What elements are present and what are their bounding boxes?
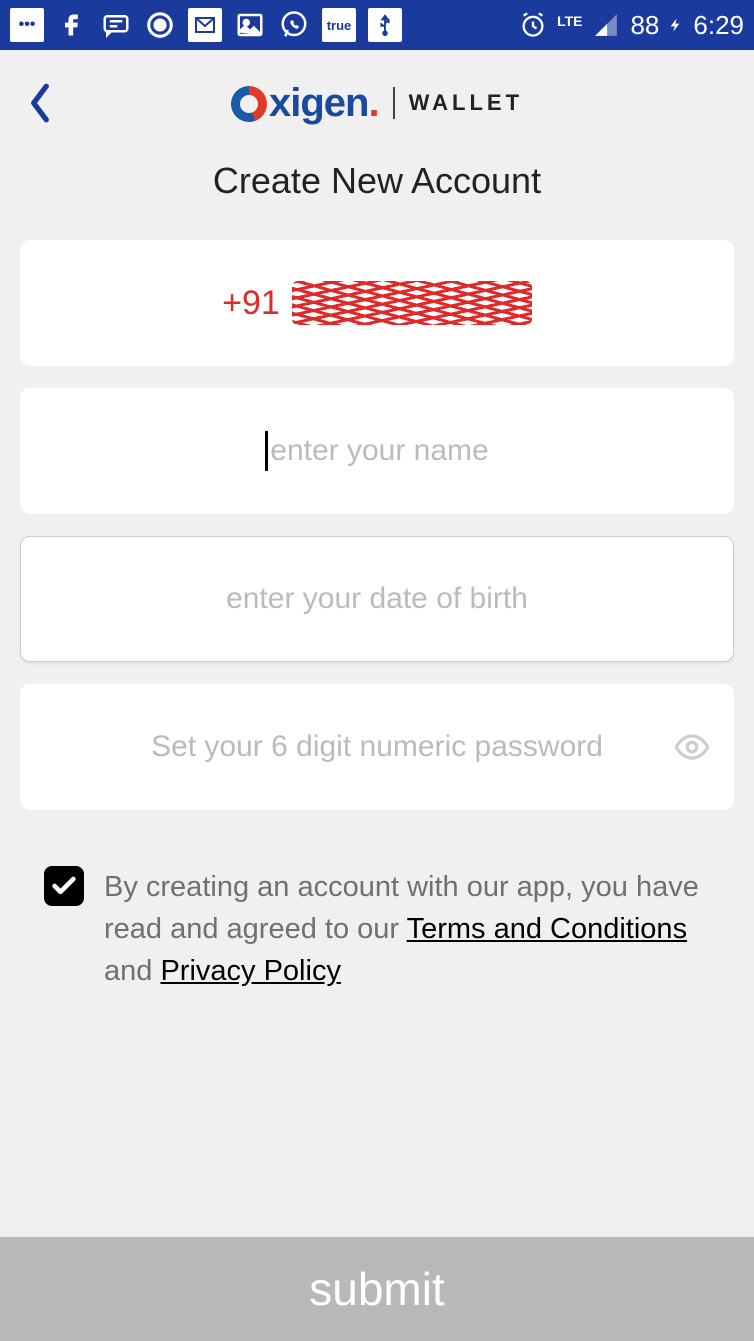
brand-dot: .	[368, 81, 378, 126]
submit-button[interactable]: submit	[0, 1237, 754, 1341]
messages-icon	[100, 9, 132, 41]
brand-divider	[393, 87, 395, 119]
signup-form: +91 enter your name enter your date of b…	[0, 240, 754, 810]
app-header: xigen . WALLET	[0, 50, 754, 146]
more-icon: •••	[10, 8, 44, 42]
clock-time: 6:29	[693, 10, 744, 41]
brand-primary-text: xigen	[269, 81, 368, 126]
phone-field[interactable]: +91	[20, 240, 734, 366]
name-placeholder: enter your name	[270, 434, 488, 468]
consent-text-part2: and	[104, 955, 160, 987]
terms-link[interactable]: Terms and Conditions	[407, 913, 687, 945]
password-placeholder: Set your 6 digit numeric password	[151, 730, 603, 764]
consent-checkbox[interactable]	[44, 866, 84, 906]
gallery-icon	[234, 9, 266, 41]
brand-logo: xigen . WALLET	[20, 80, 734, 126]
privacy-link[interactable]: Privacy Policy	[160, 955, 341, 987]
circle-app-icon	[144, 9, 176, 41]
network-type-label: LTE	[557, 13, 582, 29]
password-field[interactable]: Set your 6 digit numeric password	[20, 684, 734, 810]
brand-primary: xigen .	[231, 80, 379, 126]
status-bar-left: ••• true	[10, 8, 402, 42]
consent-row: By creating an account with our app, you…	[0, 866, 754, 992]
alarm-icon	[517, 9, 549, 41]
phone-prefix: +91	[222, 284, 280, 323]
charging-icon	[667, 9, 685, 41]
oxigen-o-icon	[231, 86, 267, 122]
battery-level: 88	[630, 10, 659, 41]
status-bar-right: LTE 88 6:29	[517, 9, 744, 41]
dob-placeholder: enter your date of birth	[226, 582, 528, 616]
page-title: Create New Account	[0, 160, 754, 202]
name-field[interactable]: enter your name	[20, 388, 734, 514]
toggle-password-visibility-button[interactable]	[672, 727, 712, 767]
text-cursor	[265, 431, 268, 471]
whatsapp-icon	[278, 9, 310, 41]
true-app-icon: true	[322, 8, 356, 42]
gmail-icon	[188, 8, 222, 42]
facebook-icon	[56, 9, 88, 41]
usb-icon	[368, 8, 402, 42]
dob-field[interactable]: enter your date of birth	[20, 536, 734, 662]
status-bar: ••• true LTE 88	[0, 0, 754, 50]
signal-icon	[590, 9, 622, 41]
brand-secondary: WALLET	[409, 90, 523, 116]
consent-text: By creating an account with our app, you…	[104, 866, 710, 992]
phone-redacted	[292, 281, 532, 325]
